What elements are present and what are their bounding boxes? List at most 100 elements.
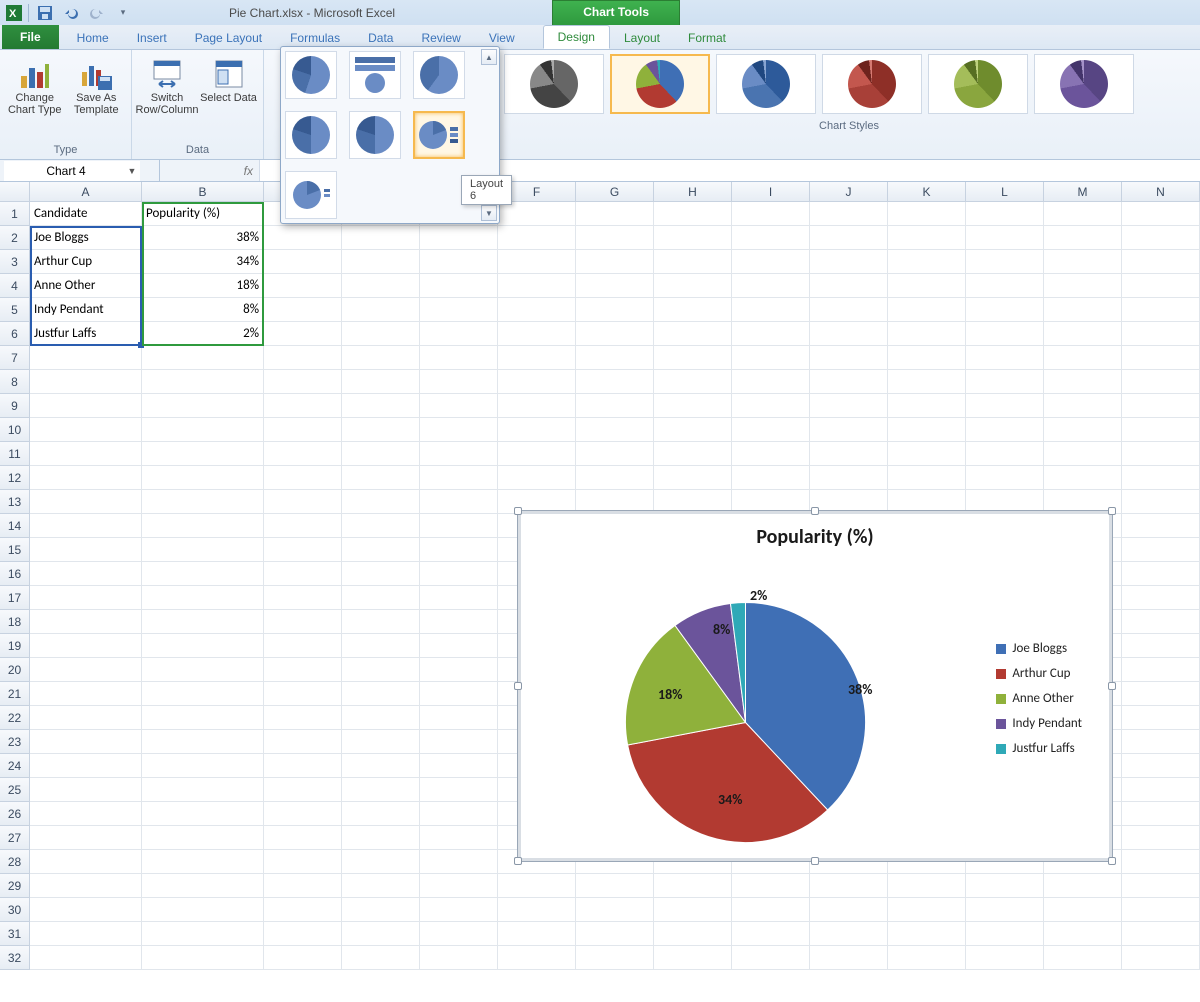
cell-B10[interactable] xyxy=(142,418,264,442)
cell-F29[interactable] xyxy=(498,874,576,898)
cell-B15[interactable] xyxy=(142,538,264,562)
qat-customize-icon[interactable]: ▾ xyxy=(113,3,133,23)
cell-N18[interactable] xyxy=(1122,610,1200,634)
cell-D12[interactable] xyxy=(342,466,420,490)
cell-E11[interactable] xyxy=(420,442,498,466)
cell-H8[interactable] xyxy=(654,370,732,394)
cell-G31[interactable] xyxy=(576,922,654,946)
cell-J7[interactable] xyxy=(810,346,888,370)
cell-N23[interactable] xyxy=(1122,730,1200,754)
cell-M29[interactable] xyxy=(1044,874,1122,898)
cell-I9[interactable] xyxy=(732,394,810,418)
row-header-29[interactable]: 29 xyxy=(0,874,30,898)
cell-I2[interactable] xyxy=(732,226,810,250)
cell-C5[interactable] xyxy=(264,298,342,322)
chart-layout-7[interactable] xyxy=(285,171,337,219)
row-header-1[interactable]: 1 xyxy=(0,202,30,226)
cell-D8[interactable] xyxy=(342,370,420,394)
cell-G5[interactable] xyxy=(576,298,654,322)
cell-J4[interactable] xyxy=(810,274,888,298)
cell-B5[interactable]: 8% xyxy=(142,298,264,322)
cell-B11[interactable] xyxy=(142,442,264,466)
cell-B12[interactable] xyxy=(142,466,264,490)
cell-H3[interactable] xyxy=(654,250,732,274)
cell-A21[interactable] xyxy=(30,682,142,706)
cell-C27[interactable] xyxy=(264,826,342,850)
cell-C25[interactable] xyxy=(264,778,342,802)
cell-N4[interactable] xyxy=(1122,274,1200,298)
column-header-B[interactable]: B xyxy=(142,182,264,201)
cell-B18[interactable] xyxy=(142,610,264,634)
cell-N11[interactable] xyxy=(1122,442,1200,466)
cell-L4[interactable] xyxy=(966,274,1044,298)
cell-C26[interactable] xyxy=(264,802,342,826)
cell-D11[interactable] xyxy=(342,442,420,466)
cell-H9[interactable] xyxy=(654,394,732,418)
row-header-23[interactable]: 23 xyxy=(0,730,30,754)
cell-L31[interactable] xyxy=(966,922,1044,946)
cell-C22[interactable] xyxy=(264,706,342,730)
cell-K7[interactable] xyxy=(888,346,966,370)
cell-C23[interactable] xyxy=(264,730,342,754)
cell-L2[interactable] xyxy=(966,226,1044,250)
cell-C3[interactable] xyxy=(264,250,342,274)
cell-E27[interactable] xyxy=(420,826,498,850)
fx-label[interactable]: fx xyxy=(160,160,260,181)
cell-A31[interactable] xyxy=(30,922,142,946)
cell-A29[interactable] xyxy=(30,874,142,898)
cell-M30[interactable] xyxy=(1044,898,1122,922)
cell-L6[interactable] xyxy=(966,322,1044,346)
cell-F30[interactable] xyxy=(498,898,576,922)
cell-G2[interactable] xyxy=(576,226,654,250)
cell-F9[interactable] xyxy=(498,394,576,418)
cell-A32[interactable] xyxy=(30,946,142,970)
cell-G9[interactable] xyxy=(576,394,654,418)
cell-N3[interactable] xyxy=(1122,250,1200,274)
legend-item-1[interactable]: Arthur Cup xyxy=(996,666,1082,681)
row-header-18[interactable]: 18 xyxy=(0,610,30,634)
cell-H4[interactable] xyxy=(654,274,732,298)
cell-A17[interactable] xyxy=(30,586,142,610)
cell-D2[interactable] xyxy=(342,226,420,250)
cell-B31[interactable] xyxy=(142,922,264,946)
cell-A27[interactable] xyxy=(30,826,142,850)
cell-K10[interactable] xyxy=(888,418,966,442)
row-header-21[interactable]: 21 xyxy=(0,682,30,706)
undo-icon[interactable] xyxy=(61,3,81,23)
cell-D25[interactable] xyxy=(342,778,420,802)
cell-B23[interactable] xyxy=(142,730,264,754)
cell-A22[interactable] xyxy=(30,706,142,730)
row-header-20[interactable]: 20 xyxy=(0,658,30,682)
chart-layout-3[interactable] xyxy=(413,51,465,99)
row-header-12[interactable]: 12 xyxy=(0,466,30,490)
cell-C30[interactable] xyxy=(264,898,342,922)
pie-plot-area[interactable] xyxy=(618,595,873,850)
cell-C12[interactable] xyxy=(264,466,342,490)
cell-F4[interactable] xyxy=(498,274,576,298)
row-header-13[interactable]: 13 xyxy=(0,490,30,514)
cell-A3[interactable]: Arthur Cup xyxy=(30,250,142,274)
cell-L30[interactable] xyxy=(966,898,1044,922)
cell-E23[interactable] xyxy=(420,730,498,754)
cell-N1[interactable] xyxy=(1122,202,1200,226)
cell-K4[interactable] xyxy=(888,274,966,298)
cell-D15[interactable] xyxy=(342,538,420,562)
row-header-17[interactable]: 17 xyxy=(0,586,30,610)
cell-E2[interactable] xyxy=(420,226,498,250)
chart-layouts-gallery[interactable]: ▲ ▼ Layout 6 xyxy=(280,46,500,224)
cell-J6[interactable] xyxy=(810,322,888,346)
row-header-27[interactable]: 27 xyxy=(0,826,30,850)
cell-I3[interactable] xyxy=(732,250,810,274)
cell-C32[interactable] xyxy=(264,946,342,970)
cell-C18[interactable] xyxy=(264,610,342,634)
cell-M2[interactable] xyxy=(1044,226,1122,250)
cell-M4[interactable] xyxy=(1044,274,1122,298)
name-box-dropdown-icon[interactable]: ▼ xyxy=(124,161,140,181)
row-header-3[interactable]: 3 xyxy=(0,250,30,274)
cell-D32[interactable] xyxy=(342,946,420,970)
cell-D6[interactable] xyxy=(342,322,420,346)
cell-I1[interactable] xyxy=(732,202,810,226)
cell-A12[interactable] xyxy=(30,466,142,490)
cell-A26[interactable] xyxy=(30,802,142,826)
cell-C9[interactable] xyxy=(264,394,342,418)
